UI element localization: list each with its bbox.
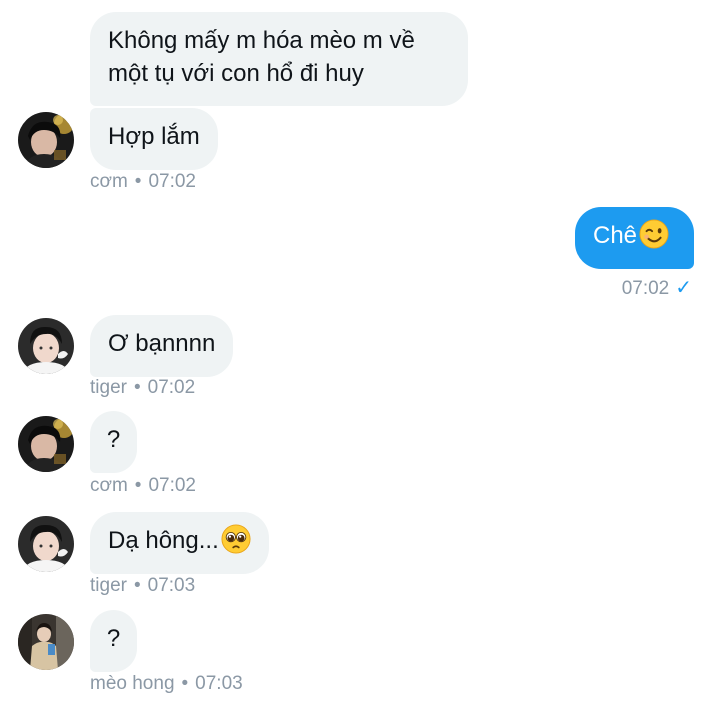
avatar-com[interactable] bbox=[18, 416, 74, 472]
sender-name: cơm bbox=[90, 171, 128, 192]
timestamp: 07:02 bbox=[621, 278, 670, 299]
separator-dot: • bbox=[134, 171, 142, 192]
message-bubble[interactable]: Hợp lắm bbox=[90, 108, 218, 170]
timestamp: 07:03 bbox=[195, 673, 243, 694]
message-text: Hợp lắm bbox=[108, 123, 200, 150]
message-meta: cơm • 07:02 bbox=[90, 475, 196, 497]
winking-face-emoji bbox=[639, 219, 669, 249]
separator-dot: • bbox=[133, 575, 141, 596]
message-bubble[interactable]: Ơ bạnnnn bbox=[90, 315, 234, 377]
message-meta: tiger • 07:03 bbox=[90, 575, 195, 597]
message-meta: 07:02 ✓ bbox=[622, 275, 692, 300]
message-bubble[interactable]: Dạ hông... bbox=[90, 512, 269, 574]
avatar-tiger[interactable] bbox=[18, 516, 74, 572]
timestamp: 07:02 bbox=[147, 377, 196, 398]
sender-name: tiger bbox=[90, 575, 127, 596]
message-bubble[interactable]: Không mấy m hóa mèo m về một tụ với con … bbox=[90, 12, 468, 106]
timestamp: 07:02 bbox=[148, 475, 196, 496]
avatar-com[interactable] bbox=[18, 112, 74, 168]
pleading-face-emoji bbox=[221, 524, 251, 554]
sent-check-icon: ✓ bbox=[675, 277, 692, 299]
separator-dot: • bbox=[134, 475, 142, 496]
sender-name: mèo hong bbox=[90, 673, 175, 694]
separator-dot: • bbox=[181, 673, 189, 694]
sender-name: tiger bbox=[90, 377, 127, 398]
timestamp: 07:03 bbox=[147, 575, 196, 596]
message-text: ? bbox=[106, 426, 121, 453]
separator-dot: • bbox=[133, 377, 141, 398]
message-line: Không mấy m hóa mèo m về bbox=[108, 27, 415, 54]
message-text: Ơ bạnnnn bbox=[108, 330, 216, 357]
message-bubble-outgoing[interactable]: Chê bbox=[575, 207, 694, 269]
message-meta: tiger • 07:02 bbox=[90, 377, 195, 399]
sender-name: cơm bbox=[90, 475, 128, 496]
message-text: Dạ hông... bbox=[108, 527, 219, 554]
message-line: một tụ với con hổ đi huy bbox=[108, 60, 364, 87]
timestamp: 07:02 bbox=[148, 171, 196, 192]
conversation: Không mấy m hóa mèo m về một tụ với con … bbox=[0, 0, 720, 703]
message-bubble[interactable]: ? bbox=[90, 610, 137, 672]
message-text: Chê bbox=[593, 222, 638, 249]
avatar-meo-hong[interactable] bbox=[18, 614, 74, 670]
avatar-tiger[interactable] bbox=[18, 318, 74, 374]
message-meta: cơm • 07:02 bbox=[90, 171, 196, 193]
message-bubble[interactable]: ? bbox=[90, 411, 137, 473]
message-meta: mèo hong • 07:03 bbox=[90, 673, 243, 695]
message-text: ? bbox=[106, 625, 121, 652]
